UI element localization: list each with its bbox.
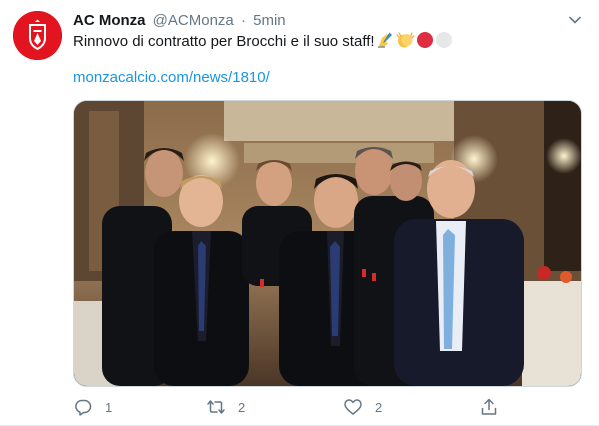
ac-monza-logo-icon	[13, 11, 62, 60]
retweet-count: 2	[238, 399, 246, 415]
user-handle[interactable]: @ACMonza	[153, 12, 234, 29]
tweet-body: Rinnovo di contratto per Brocchi e il su…	[73, 33, 375, 50]
retweet-button[interactable]: 2	[206, 396, 245, 418]
white-circle-icon	[435, 31, 453, 49]
like-button[interactable]: 2	[343, 396, 382, 418]
reply-icon	[75, 399, 92, 416]
like-count: 2	[375, 399, 383, 415]
tweet-text: Rinnovo di contratto per Brocchi e il su…	[73, 31, 573, 52]
article-link[interactable]: monzacalcio.com/news/1810/	[73, 68, 270, 88]
tweet-header: AC Monza @ACMonza · 5min	[73, 11, 579, 31]
tweet[interactable]: AC Monza @ACMonza · 5min Rinnovo di cont…	[0, 0, 599, 426]
writing-hand-icon	[376, 31, 394, 49]
share-button[interactable]	[479, 396, 511, 418]
share-icon	[481, 398, 497, 415]
reply-count: 1	[105, 399, 113, 415]
timestamp[interactable]: 5min	[253, 12, 286, 29]
reply-button[interactable]: 1	[73, 396, 112, 418]
heart-icon	[344, 399, 362, 415]
red-circle-icon	[416, 31, 434, 49]
separator-dot: ·	[240, 12, 246, 29]
group-photo	[74, 101, 581, 386]
avatar[interactable]	[13, 11, 62, 60]
tweet-actions: 1 2 2	[73, 396, 513, 418]
tweet-photo[interactable]	[73, 100, 582, 387]
retweet-icon	[207, 400, 225, 414]
display-name[interactable]: AC Monza	[73, 12, 146, 29]
chevron-down-icon[interactable]	[567, 12, 583, 28]
clapping-hands-icon	[395, 31, 415, 49]
